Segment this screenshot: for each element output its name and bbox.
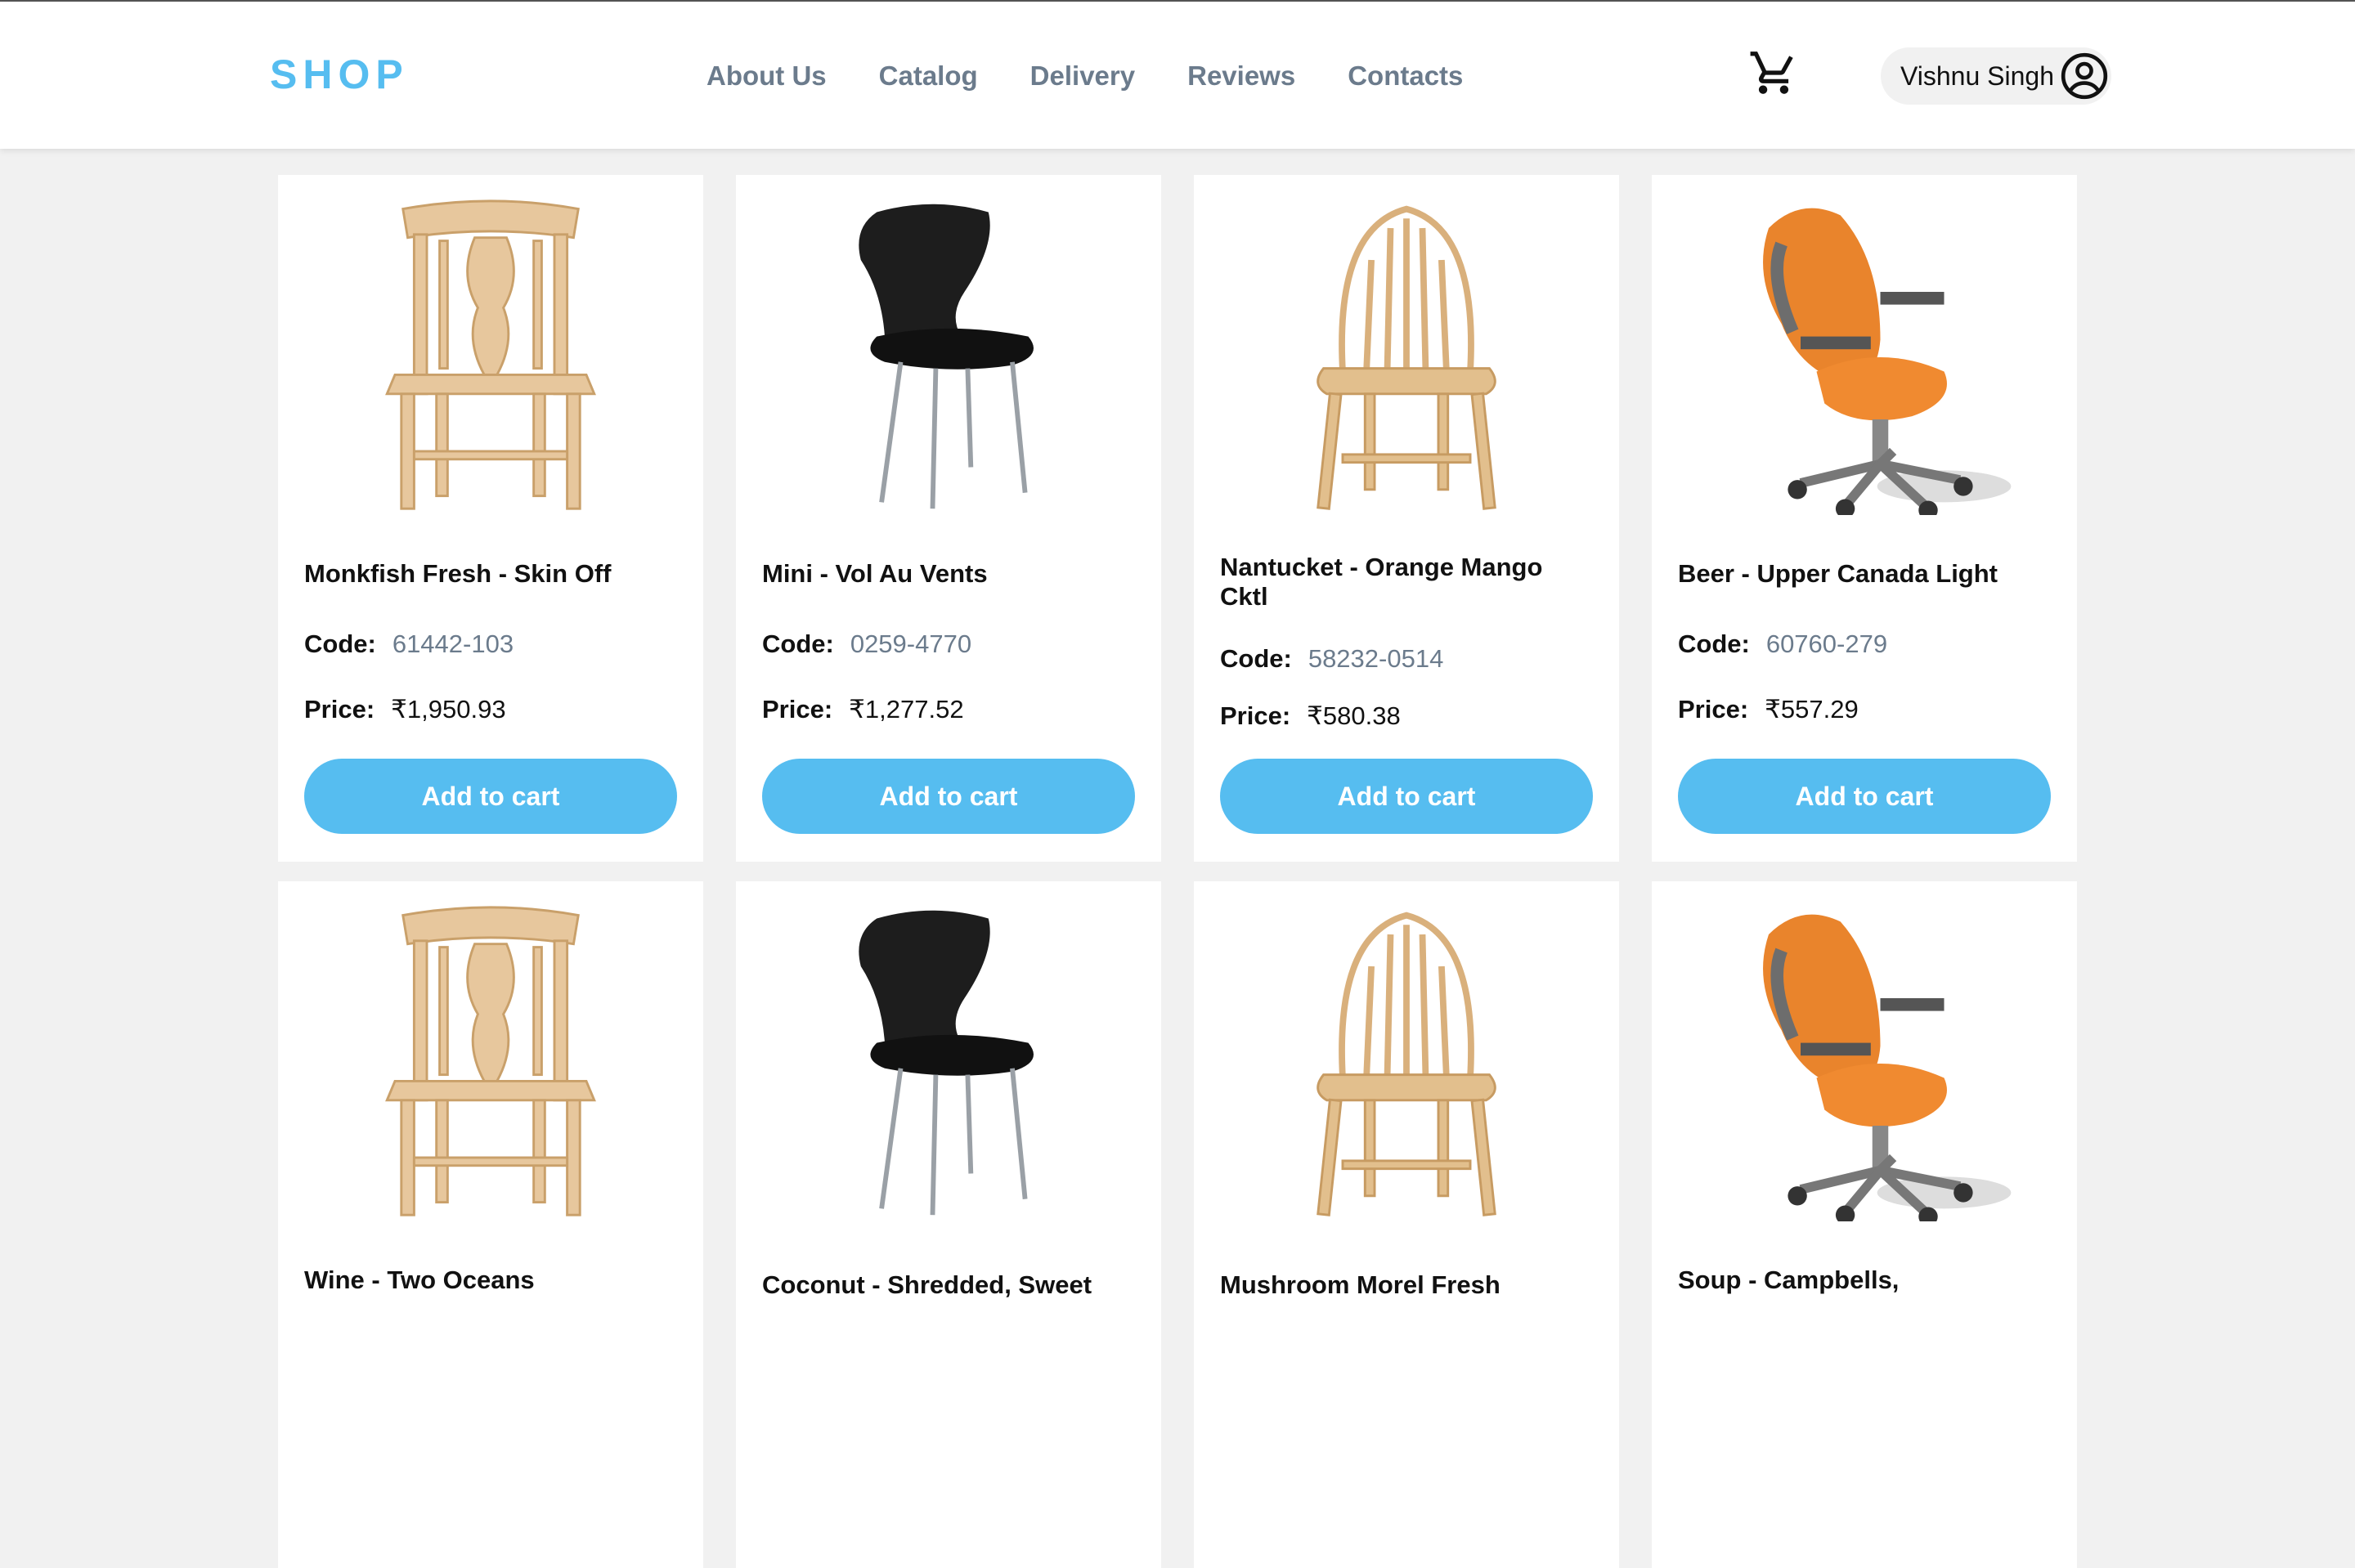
- product-name[interactable]: Mushroom Morel Fresh: [1220, 1270, 1580, 1300]
- product-image[interactable]: [1701, 196, 2028, 515]
- windsor-chair-image: [1243, 903, 1570, 1221]
- product-image[interactable]: [327, 903, 654, 1221]
- nav-reviews[interactable]: Reviews: [1187, 60, 1295, 92]
- product-image[interactable]: [327, 196, 654, 515]
- wooden-fiddleback-chair-image: [327, 903, 654, 1221]
- product-name[interactable]: Soup - Campbells,: [1678, 1266, 2038, 1295]
- nav-delivery[interactable]: Delivery: [1030, 60, 1135, 92]
- add-to-cart-button[interactable]: Add to cart: [762, 759, 1135, 834]
- nav-catalog[interactable]: Catalog: [879, 60, 978, 92]
- main-nav: About Us Catalog Delivery Reviews Contac…: [706, 60, 1463, 92]
- wooden-fiddleback-chair-image: [327, 196, 654, 515]
- nav-about-us[interactable]: About Us: [706, 60, 827, 92]
- add-to-cart-button[interactable]: Add to cart: [304, 759, 677, 834]
- product-card: Soup - Campbells,: [1652, 881, 2077, 1568]
- account-circle-icon: [2061, 52, 2108, 100]
- product-code: Code: 0259-4770: [762, 629, 972, 658]
- product-image[interactable]: [785, 903, 1112, 1221]
- product-card: Mini - Vol Au Vents Code: 0259-4770 Price…: [736, 175, 1161, 862]
- product-code: Code: 58232-0514: [1220, 644, 1444, 673]
- cart-icon[interactable]: [1748, 47, 1799, 98]
- windsor-chair-image: [1243, 196, 1570, 515]
- orange-office-chair-image: [1701, 903, 2028, 1221]
- add-to-cart-button[interactable]: Add to cart: [1220, 759, 1593, 834]
- product-price: Price: ₹557.29: [1678, 695, 1859, 724]
- nav-contacts[interactable]: Contacts: [1348, 60, 1463, 92]
- product-image[interactable]: [1243, 903, 1570, 1221]
- product-card: Coconut - Shredded, Sweet: [736, 881, 1161, 1568]
- product-card: Wine - Two Oceans: [278, 881, 703, 1568]
- product-name[interactable]: Nantucket - Orange Mango Cktl: [1220, 553, 1580, 612]
- product-card: Monkfish Fresh - Skin Off Code: 61442-103…: [278, 175, 703, 862]
- product-price: Price: ₹580.38: [1220, 701, 1401, 730]
- product-name[interactable]: Monkfish Fresh - Skin Off: [304, 559, 664, 589]
- product-price: Price: ₹1,277.52: [762, 695, 964, 724]
- product-price: Price: ₹1,950.93: [304, 695, 506, 724]
- product-image[interactable]: [1243, 196, 1570, 515]
- orange-office-chair-image: [1701, 196, 2028, 515]
- product-card: Nantucket - Orange Mango Cktl Code: 58232…: [1194, 175, 1619, 862]
- black-modern-chair-image: [785, 196, 1112, 515]
- product-name[interactable]: Wine - Two Oceans: [304, 1266, 664, 1295]
- user-name: Vishnu Singh: [1900, 60, 2054, 91]
- black-modern-chair-image: [785, 903, 1112, 1221]
- product-image[interactable]: [785, 196, 1112, 515]
- add-to-cart-button[interactable]: Add to cart: [1678, 759, 2051, 834]
- product-card: Beer - Upper Canada Light Code: 60760-279…: [1652, 175, 2077, 862]
- product-code: Code: 60760-279: [1678, 629, 1888, 658]
- product-card: Mushroom Morel Fresh: [1194, 881, 1619, 1568]
- product-name[interactable]: Coconut - Shredded, Sweet: [762, 1270, 1122, 1300]
- logo[interactable]: SHOP: [270, 51, 409, 98]
- product-image[interactable]: [1701, 903, 2028, 1221]
- site-header: SHOP About Us Catalog Delivery Reviews C…: [0, 2, 2355, 149]
- product-grid: Monkfish Fresh - Skin Off Code: 61442-103…: [278, 175, 2077, 1568]
- product-name[interactable]: Beer - Upper Canada Light: [1678, 559, 2038, 589]
- product-name[interactable]: Mini - Vol Au Vents: [762, 559, 1122, 589]
- product-code: Code: 61442-103: [304, 629, 514, 658]
- user-menu[interactable]: Vishnu Singh: [1881, 47, 2111, 105]
